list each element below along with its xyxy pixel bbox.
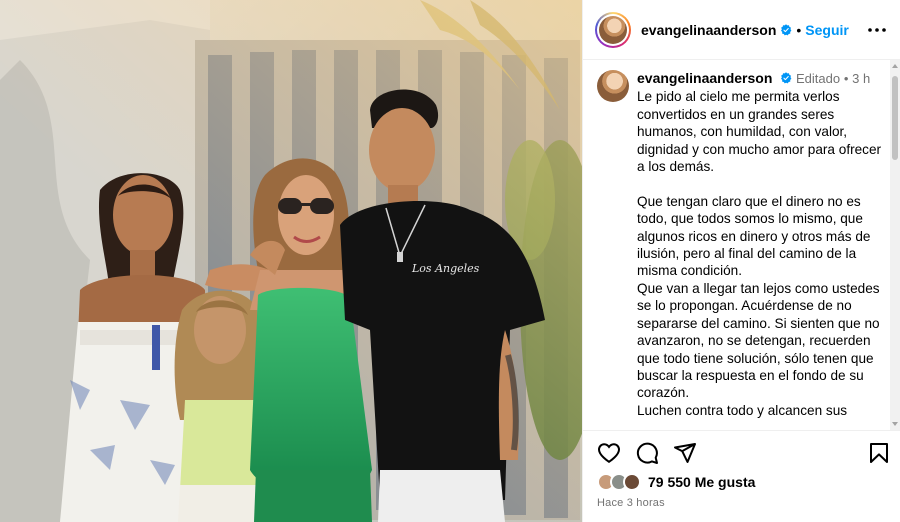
author-username[interactable]: evangelinaanderson (641, 22, 776, 38)
caption-author-avatar[interactable] (597, 70, 629, 102)
caption-row: evangelinaanderson Editado • 3 h Le pido… (583, 60, 900, 419)
shirt-print: Los Angeles (411, 262, 480, 275)
photo-illustration: Los Angeles (0, 0, 582, 522)
meta-dot: • (843, 71, 849, 86)
post-age: 3 h (852, 71, 871, 86)
share-icon[interactable] (673, 441, 697, 465)
post-timestamp[interactable]: Hace 3 horas (597, 497, 665, 509)
more-options-icon[interactable] (867, 20, 887, 40)
scroll-down-arrow-icon[interactable] (892, 422, 898, 426)
caption-body: evangelinaanderson Editado • 3 h Le pido… (637, 70, 892, 419)
author-avatar (599, 15, 627, 44)
post-header: evangelinaanderson • Seguir (583, 0, 900, 60)
follow-button[interactable]: Seguir (805, 22, 849, 38)
post-photo[interactable]: Los Angeles (0, 0, 582, 522)
scroll-up-arrow-icon[interactable] (892, 64, 898, 68)
caption-area: evangelinaanderson Editado • 3 h Le pido… (583, 60, 900, 430)
edited-label: Editado (795, 71, 841, 86)
caption-text: Le pido al cielo me permita verlos conve… (637, 89, 882, 418)
post-actions: 79 550 Me gusta Hace 3 horas (583, 430, 900, 522)
caption-scrollbar[interactable] (890, 60, 900, 430)
liker-avatar (623, 473, 641, 491)
heart-icon[interactable] (597, 441, 621, 465)
comment-icon[interactable] (635, 441, 659, 465)
scroll-thumb[interactable] (892, 76, 898, 160)
bookmark-icon[interactable] (867, 441, 891, 465)
verified-badge-icon (781, 23, 792, 35)
likes-count[interactable]: 79 550 Me gusta (648, 474, 755, 490)
caption-username[interactable]: evangelinaanderson (637, 70, 772, 86)
author-avatar-ring[interactable] (595, 11, 631, 48)
separator-dot: • (796, 21, 802, 38)
caption-header: evangelinaanderson Editado • 3 h (637, 70, 892, 87)
likes-row[interactable]: 79 550 Me gusta (597, 473, 755, 491)
post-side-panel: evangelinaanderson • Seguir evangelinaan… (582, 0, 900, 522)
caption-verified-badge-icon (781, 72, 792, 84)
